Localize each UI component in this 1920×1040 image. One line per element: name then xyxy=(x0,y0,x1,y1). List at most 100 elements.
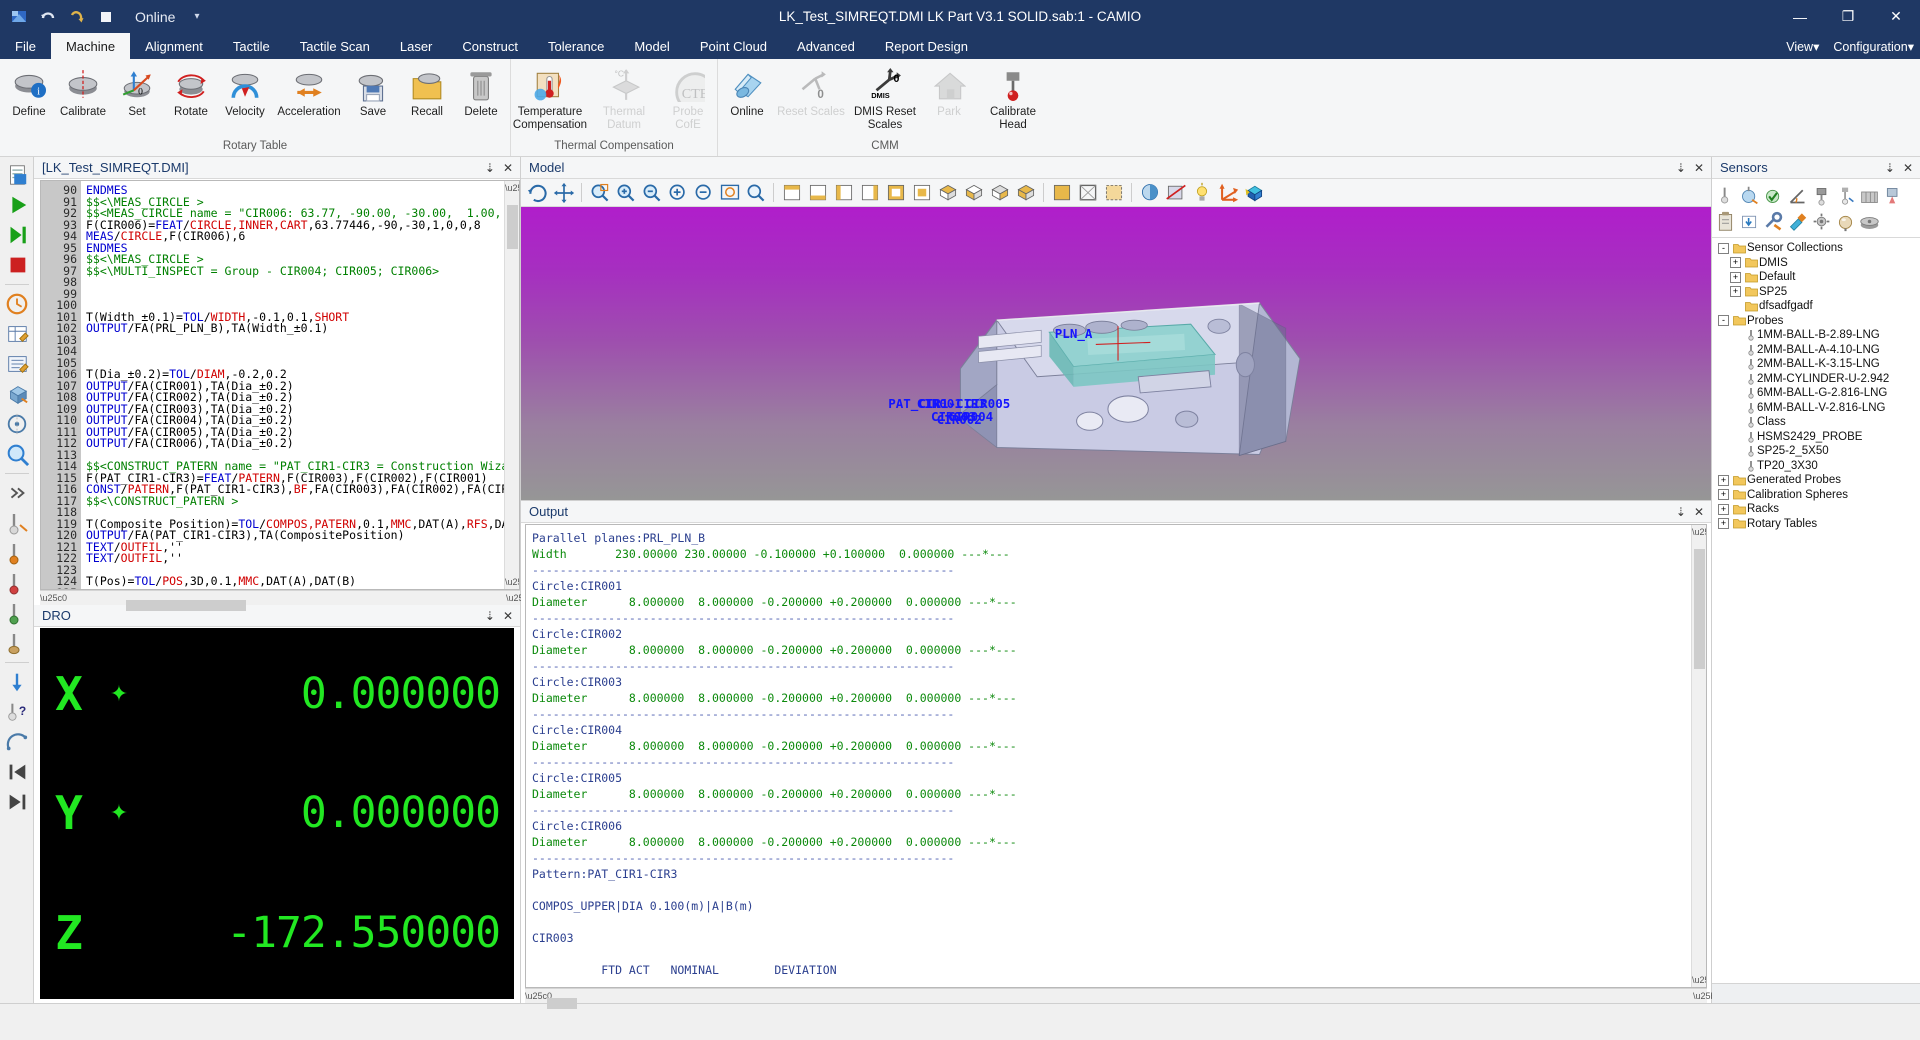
sphere-cal-icon[interactable] xyxy=(1834,209,1857,233)
probe-laser-icon[interactable] xyxy=(1882,183,1905,207)
ribbon-tab-file[interactable]: File xyxy=(0,33,51,59)
tree-item-generated-probes[interactable]: + Generated Probes xyxy=(1712,473,1920,488)
output-scroll-left-icon[interactable]: \u25c0 xyxy=(525,991,552,1001)
expand-icon[interactable]: + xyxy=(1718,474,1729,486)
editor-close-icon[interactable]: ✕ xyxy=(503,162,513,174)
ribbon-tab-report-design[interactable]: Report Design xyxy=(870,33,983,59)
step-forward-icon[interactable] xyxy=(3,221,31,249)
scroll-right-icon[interactable]: \u25b6 xyxy=(506,593,534,603)
ribbon-tab-advanced[interactable]: Advanced xyxy=(782,33,870,59)
view-right-icon[interactable] xyxy=(857,181,882,205)
ribbon-tab-tactile[interactable]: Tactile xyxy=(218,33,285,59)
clipboard-icon[interactable] xyxy=(1714,209,1737,233)
expand-icon[interactable]: + xyxy=(1718,503,1729,515)
zoom-out-icon[interactable] xyxy=(691,181,716,205)
probe-tip-c-icon[interactable] xyxy=(3,569,31,597)
ribbon-button-acceleration[interactable]: Acceleration xyxy=(272,62,346,120)
skip-next-icon[interactable] xyxy=(3,788,31,816)
ribbon-tab-tolerance[interactable]: Tolerance xyxy=(533,33,619,59)
scroll-up-icon[interactable]: \u25b2 xyxy=(505,181,519,195)
collapse-icon[interactable]: - xyxy=(1718,242,1729,254)
view-hidden-icon[interactable] xyxy=(1101,181,1126,205)
stop-square-icon[interactable] xyxy=(96,7,116,27)
probe-calibrate-icon[interactable] xyxy=(1738,183,1761,207)
tools-wrench-icon[interactable] xyxy=(1762,209,1785,233)
view-back-icon[interactable] xyxy=(805,181,830,205)
collapse-icon[interactable]: - xyxy=(1718,315,1729,327)
scroll-thumb-h[interactable] xyxy=(126,600,246,611)
ribbon-button-define[interactable]: i Define xyxy=(2,62,56,120)
probe-define-icon[interactable] xyxy=(1714,183,1737,207)
expand-icon[interactable]: + xyxy=(1718,489,1729,501)
ribbon-button-delete[interactable]: Delete xyxy=(454,62,508,120)
ribbon-button-save[interactable]: Save xyxy=(346,62,400,120)
view-top-icon[interactable] xyxy=(883,181,908,205)
probe-stylus-icon[interactable] xyxy=(1834,183,1857,207)
minimize-button[interactable]: — xyxy=(1776,0,1824,33)
arc-tool-icon[interactable] xyxy=(3,728,31,756)
output-text-area[interactable]: Parallel planes:PRL_PLN_B Width 230.00000… xyxy=(525,524,1707,988)
ribbon-button-calibrate[interactable]: Calibrate xyxy=(56,62,110,120)
ribbon-button-dmis-reset-scales[interactable]: 0 DMIS DMIS Reset Scales xyxy=(848,62,922,132)
tree-item-racks[interactable]: + Racks xyxy=(1712,502,1920,517)
ribbon-tab-tactile-scan[interactable]: Tactile Scan xyxy=(285,33,385,59)
tree-item-default[interactable]: + Default xyxy=(1712,270,1920,285)
scroll-left-icon[interactable]: \u25c0 xyxy=(40,593,67,603)
cad-color-icon[interactable] xyxy=(1241,181,1266,205)
ribbon-tab-point-cloud[interactable]: Point Cloud xyxy=(685,33,782,59)
model-3d-viewport[interactable]: PLN_A PAT_CIR1-CIR3 CIR001 CIR003 CIR004 CIR0… xyxy=(521,207,1711,500)
probe-tip-b-icon[interactable] xyxy=(3,539,31,567)
ribbon-tab-model[interactable]: Model xyxy=(619,33,684,59)
tree-item-6mm-ball-v-2-816-lng[interactable]: 6MM-BALL-V-2.816-LNG xyxy=(1712,401,1920,416)
run-play-icon[interactable] xyxy=(3,191,31,219)
circle-feature-icon[interactable] xyxy=(3,410,31,438)
rotate-view-icon[interactable] xyxy=(525,181,550,205)
maximize-button[interactable]: ❐ xyxy=(1824,0,1872,33)
zoom-in-icon[interactable] xyxy=(665,181,690,205)
editor-horizontal-scrollbar[interactable]: \u25c0 \u25b6 xyxy=(40,590,534,611)
probe-rack-icon[interactable] xyxy=(1858,183,1881,207)
output-scroll-right-icon[interactable]: \u25b6 xyxy=(1693,991,1721,1001)
tree-item-2mm-ball-k-3-15-lng[interactable]: 2MM-BALL-K-3.15-LNG xyxy=(1712,357,1920,372)
scroll-thumb[interactable] xyxy=(507,205,518,249)
render-mode-icon[interactable] xyxy=(1137,181,1162,205)
tree-item-1mm-ball-b-2-89-lng[interactable]: 1MM-BALL-B-2.89-LNG xyxy=(1712,328,1920,343)
ribbon-menu-configuration[interactable]: Configuration▾ xyxy=(1833,39,1914,54)
undo-icon[interactable] xyxy=(38,7,58,27)
ribbon-button-online[interactable]: Online xyxy=(720,62,774,120)
zoom-in-box-icon[interactable] xyxy=(613,181,638,205)
new-document-icon[interactable] xyxy=(3,161,31,189)
ribbon-button-calibrate-head[interactable]: Calibrate Head xyxy=(976,62,1050,132)
output-horizontal-scrollbar[interactable]: \u25c0 \u25b6 xyxy=(525,988,1721,1009)
expand-icon[interactable]: + xyxy=(1718,518,1729,530)
tree-item-sensor-collections[interactable]: - Sensor Collections xyxy=(1712,241,1920,256)
probe-tip-d-icon[interactable] xyxy=(3,599,31,627)
pan-view-icon[interactable] xyxy=(551,181,576,205)
tree-item-dfsadfgadf[interactable]: dfsadfgadf xyxy=(1712,299,1920,314)
probe-angle-icon[interactable] xyxy=(1786,183,1809,207)
ribbon-button-rotate[interactable]: Rotate xyxy=(164,62,218,120)
tree-item-hsms2429-probe[interactable]: HSMS2429_PROBE xyxy=(1712,430,1920,445)
ribbon-button-temperature-compensation[interactable]: Temperature Compensation xyxy=(513,62,587,132)
view-iso4-icon[interactable] xyxy=(1013,181,1038,205)
search-zoom-icon[interactable] xyxy=(3,440,31,468)
output-scroll-thumb[interactable] xyxy=(1694,549,1705,669)
ribbon-tab-alignment[interactable]: Alignment xyxy=(130,33,218,59)
zoom-selection-icon[interactable] xyxy=(743,181,768,205)
output-scroll-down-icon[interactable]: \u25bc xyxy=(1692,973,1706,987)
expand-icon[interactable]: + xyxy=(1730,257,1741,269)
light-settings-icon[interactable] xyxy=(1189,181,1214,205)
output-close-icon[interactable]: ✕ xyxy=(1694,506,1704,518)
sensor-paint-icon[interactable] xyxy=(1786,209,1809,233)
sensors-tree[interactable]: - Sensor Collections + DMIS + Default + SP25 dfs… xyxy=(1712,238,1920,983)
skip-back-icon[interactable] xyxy=(3,758,31,786)
edit-list-icon[interactable] xyxy=(3,350,31,378)
probe-qualify-icon[interactable] xyxy=(1762,183,1785,207)
expand-icon[interactable]: + xyxy=(1730,286,1741,298)
redo-icon[interactable] xyxy=(67,7,87,27)
sensor-settings-icon[interactable] xyxy=(1810,209,1833,233)
editor-vertical-scrollbar[interactable]: \u25b2 \u25bc xyxy=(504,181,519,589)
tree-item-2mm-cylinder-u-2-942[interactable]: 2MM-CYLINDER-U-2.942 xyxy=(1712,372,1920,387)
tree-item-rotary-tables[interactable]: + Rotary Tables xyxy=(1712,517,1920,532)
view-left-icon[interactable] xyxy=(831,181,856,205)
